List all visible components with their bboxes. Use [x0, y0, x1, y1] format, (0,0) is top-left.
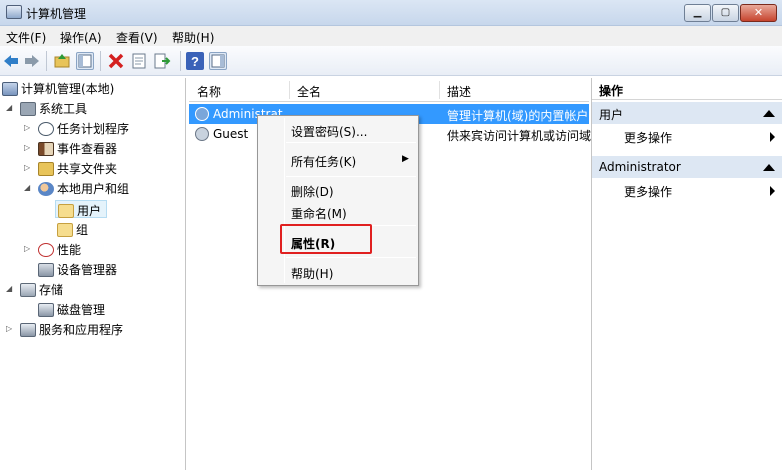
device-manager-icon — [38, 262, 54, 277]
menu-set-password[interactable]: 设置密码(S)... — [291, 123, 367, 140]
forward-arrow-icon[interactable] — [23, 52, 41, 70]
column-divider[interactable] — [439, 81, 440, 99]
menu-action[interactable]: 操作(A) — [60, 29, 102, 46]
menu-delete[interactable]: 删除(D) — [291, 183, 334, 200]
show-hide-tree-icon[interactable] — [76, 52, 94, 70]
actions-section-administrator[interactable]: Administrator — [592, 156, 782, 178]
toolbar-separator — [46, 51, 47, 71]
column-divider[interactable] — [289, 81, 290, 99]
delete-icon[interactable] — [107, 52, 125, 70]
column-header-description[interactable]: 描述 — [447, 83, 471, 100]
action-more-actions[interactable]: 更多操作 — [592, 180, 782, 200]
submenu-arrow-icon — [770, 132, 775, 142]
menu-separator — [286, 257, 416, 258]
menu-file[interactable]: 文件(F) — [6, 29, 46, 46]
section-title: Administrator — [599, 160, 681, 174]
expand-arrow-icon[interactable]: ▷ — [24, 164, 32, 172]
clock-icon — [38, 121, 54, 136]
context-menu: 设置密码(S)... 所有任务(K) ▶ 删除(D) 重命名(M) 属性(R) … — [257, 115, 419, 286]
user-description: 供来宾访问计算机或访问域 — [447, 129, 592, 143]
menu-separator — [286, 176, 416, 177]
menu-view[interactable]: 查看(V) — [116, 29, 158, 46]
svg-text:?: ? — [191, 54, 199, 69]
collapse-arrow-icon[interactable]: ◢ — [6, 104, 14, 112]
menu-help[interactable]: 帮助(H) — [172, 29, 214, 46]
actions-pane: 操作 用户 更多操作 Administrator 更多操作 — [591, 78, 782, 470]
user-icon — [195, 107, 209, 121]
help-icon[interactable]: ? — [186, 52, 204, 70]
submenu-arrow-icon: ▶ — [402, 154, 409, 164]
user-name: Guest — [213, 127, 249, 141]
toolbar-separator — [180, 51, 181, 71]
disk-icon — [38, 302, 54, 317]
folder-icon — [58, 203, 74, 218]
actions-header: 操作 — [592, 78, 782, 100]
actions-section-users[interactable]: 用户 — [592, 102, 782, 124]
section-title: 用户 — [599, 108, 624, 122]
show-hide-action-pane-icon[interactable] — [209, 52, 227, 70]
menu-help[interactable]: 帮助(H) — [291, 265, 333, 282]
computer-management-icon — [2, 81, 18, 96]
submenu-arrow-icon — [770, 186, 775, 196]
column-header-name[interactable]: 名称 — [197, 83, 221, 100]
menu-all-tasks[interactable]: 所有任务(K) — [291, 153, 356, 170]
tree-node-computer-management[interactable]: 计算机管理(本地) — [2, 80, 114, 98]
tree-node-device-manager[interactable]: 设备管理器 — [38, 261, 117, 279]
properties-highlight-box — [280, 224, 372, 254]
services-icon — [20, 322, 36, 337]
more-actions-label: 更多操作 — [624, 185, 673, 199]
performance-icon — [38, 242, 54, 257]
maximize-button[interactable]: ▢ — [712, 4, 739, 22]
expand-arrow-icon[interactable]: ▷ — [6, 325, 14, 333]
event-viewer-icon — [38, 141, 54, 156]
close-button[interactable]: ✕ — [740, 4, 777, 22]
menu-gutter — [284, 118, 285, 283]
properties-icon[interactable] — [130, 52, 148, 70]
folder-icon — [57, 222, 73, 237]
collapse-up-icon[interactable] — [763, 110, 775, 117]
column-header-fullname[interactable]: 全名 — [297, 83, 321, 100]
navigation-tree: 计算机管理(本地) ◢ 系统工具 ▷ 任务计划程序 ▷ 事件查看器 ▷ 共享文件… — [0, 78, 186, 470]
expand-arrow-icon[interactable]: ▷ — [24, 144, 32, 152]
title-bar: 计算机管理 ▁ ▢ ✕ — [0, 0, 782, 26]
back-arrow-icon[interactable] — [2, 52, 20, 70]
storage-icon — [20, 282, 36, 297]
menu-separator — [286, 142, 416, 143]
list-header: 名称 全名 描述 — [189, 78, 589, 102]
tree-node-disk-management[interactable]: 磁盘管理 — [38, 301, 105, 319]
action-more-actions[interactable]: 更多操作 — [592, 126, 782, 146]
menu-rename[interactable]: 重命名(M) — [291, 205, 347, 222]
tree-node-groups[interactable]: 组 — [57, 221, 88, 239]
system-tools-icon — [20, 101, 36, 116]
shared-folder-icon — [38, 161, 54, 176]
toolbar: ? — [0, 46, 782, 76]
users-group-icon — [38, 181, 54, 196]
user-description: 管理计算机(域)的内置帐户 — [447, 109, 589, 123]
menu-bar: 文件(F) 操作(A) 查看(V) 帮助(H) — [0, 26, 782, 46]
computer-management-window: 计算机管理 ▁ ▢ ✕ 文件(F) 操作(A) 查看(V) 帮助(H) ? 计算… — [0, 0, 782, 470]
expand-arrow-icon[interactable]: ▷ — [24, 124, 32, 132]
more-actions-label: 更多操作 — [624, 131, 673, 145]
collapse-arrow-icon[interactable]: ◢ — [6, 285, 14, 293]
minimize-button[interactable]: ▁ — [684, 4, 711, 22]
user-disabled-icon — [195, 127, 209, 141]
window-title: 计算机管理 — [26, 7, 87, 21]
toolbar-separator — [100, 51, 101, 71]
tree-node-users[interactable]: 用户 — [55, 200, 107, 218]
export-list-icon[interactable] — [153, 52, 171, 70]
expand-arrow-icon[interactable]: ▷ — [24, 245, 32, 253]
collapse-arrow-icon[interactable]: ◢ — [24, 184, 32, 192]
computer-management-icon — [6, 5, 22, 19]
up-folder-icon[interactable] — [53, 52, 71, 70]
collapse-up-icon[interactable] — [763, 164, 775, 171]
